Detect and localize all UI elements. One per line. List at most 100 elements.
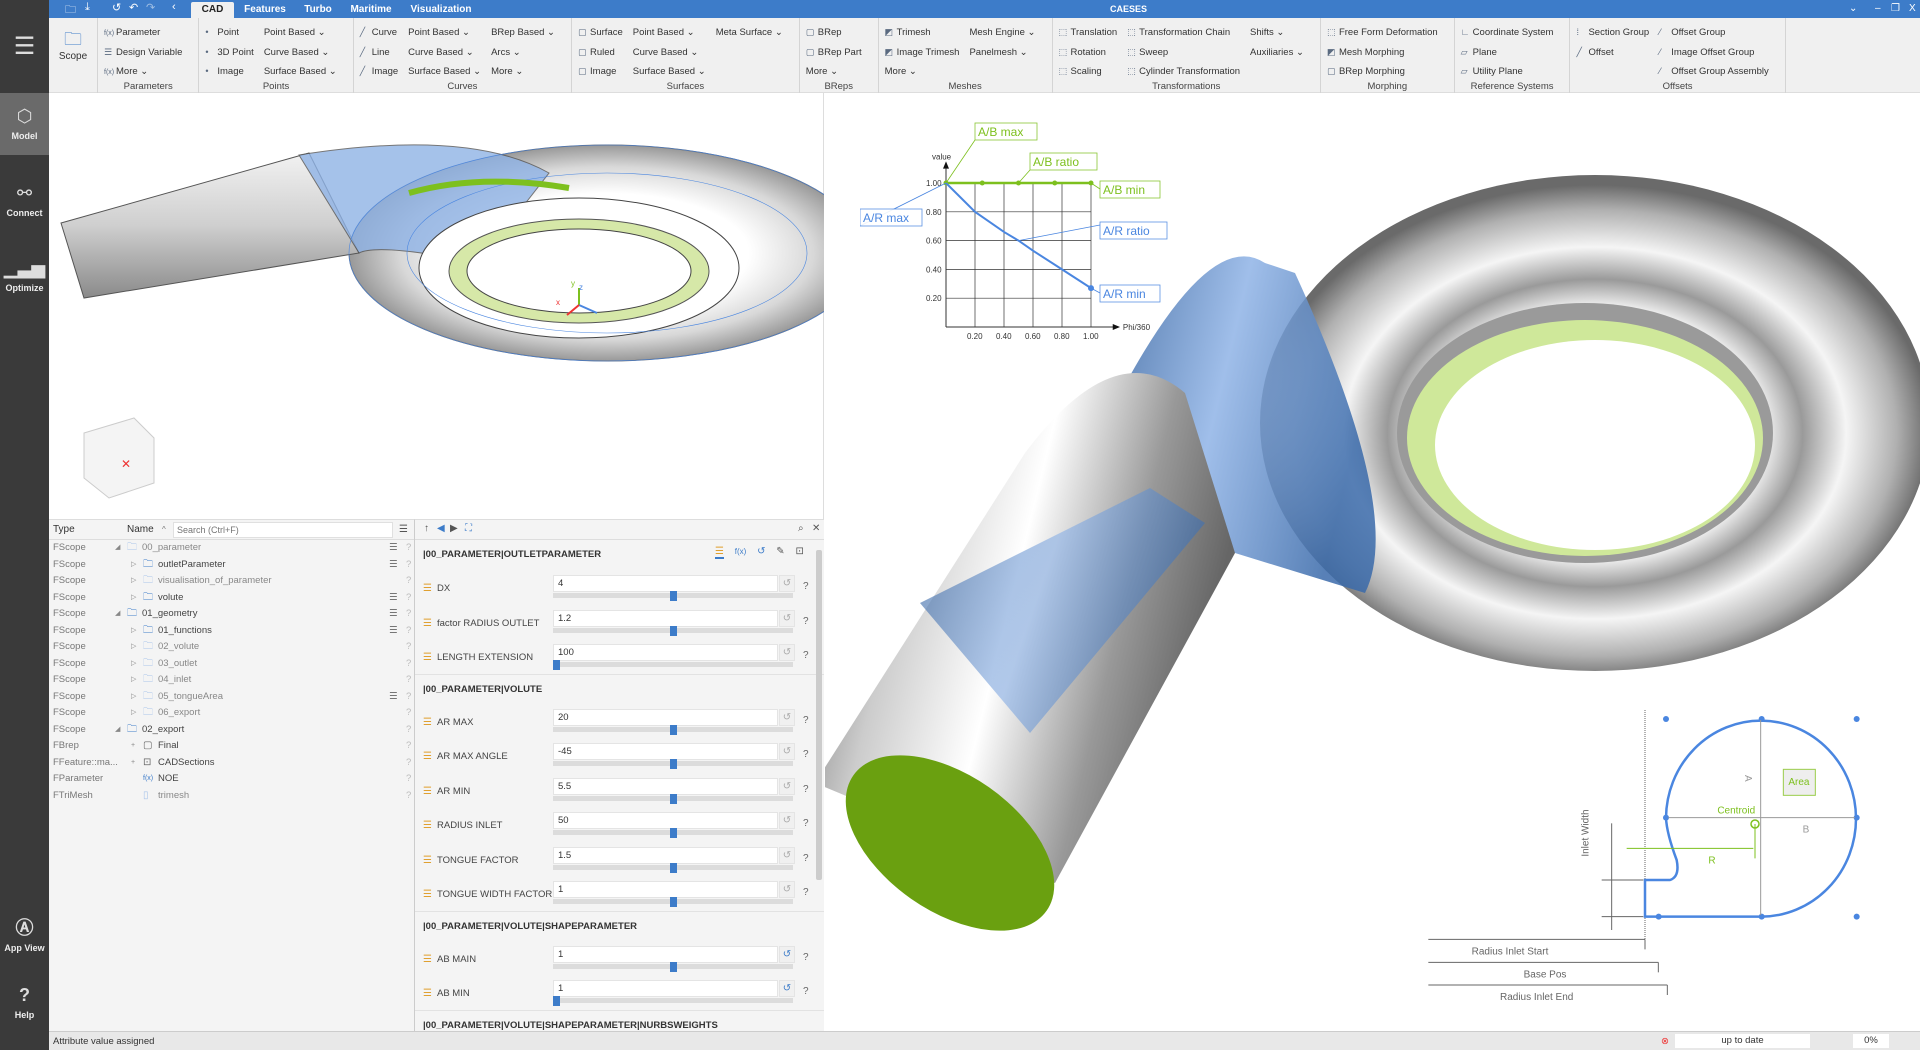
parameter-slider[interactable] <box>553 727 793 732</box>
parameter-slider[interactable] <box>553 830 793 835</box>
pin-icon[interactable]: ↑ <box>424 523 429 534</box>
ribbon-item-ruled[interactable]: ▢Ruled <box>578 43 623 63</box>
parameter-slider[interactable] <box>553 899 793 904</box>
ribbon-item-panelmesh[interactable]: Panelmesh ⌄ <box>969 43 1035 63</box>
ribbon-item-surface-based[interactable]: Surface Based ⌄ <box>264 62 337 82</box>
expand-toggle-icon[interactable]: ▷ <box>131 656 136 673</box>
ribbon-item-utility-plane[interactable]: ▱Utility Plane <box>1461 62 1554 82</box>
nav-optimize[interactable]: ▁▃▅Optimize <box>0 245 49 307</box>
ribbon-item-section-group[interactable]: ⁞Section Group <box>1576 23 1649 43</box>
search-icon[interactable]: ⌕ <box>798 523 804 534</box>
save-icon[interactable]: ⤓ <box>85 1 90 14</box>
ribbon-item-translation[interactable]: ⬚Translation <box>1059 23 1118 43</box>
tree-row[interactable]: FScope ◢ 🗀 01_geometry ☰ ? <box>49 606 414 623</box>
help-icon[interactable]: ? <box>406 656 411 673</box>
ribbon-item-free-form-deformation[interactable]: ⬚Free Form Deformation <box>1327 23 1438 43</box>
ribbon-item-rotation[interactable]: ⬚Rotation <box>1059 43 1118 63</box>
tab-cad[interactable]: CAD <box>191 2 234 18</box>
ribbon-item-shifts[interactable]: Shifts ⌄ <box>1250 23 1304 43</box>
close-icon[interactable]: ✕ <box>812 523 820 534</box>
expand-toggle-icon[interactable]: ▷ <box>131 705 136 722</box>
select-icon[interactable]: ⛶ <box>465 523 472 534</box>
tree-row[interactable]: FScope ▷ 🗀 outletParameter ☰ ? <box>49 557 414 574</box>
ribbon-item-point-based[interactable]: Point Based ⌄ <box>633 23 706 43</box>
error-icon[interactable]: ⊗ <box>1661 1032 1669 1051</box>
parameter-value-input[interactable]: 1 <box>553 980 778 997</box>
close-button[interactable]: X <box>1909 0 1916 18</box>
parameter-value-input[interactable]: 5.5 <box>553 778 778 795</box>
ribbon-item-offset-group-assembly[interactable]: ⁄Offset Group Assembly <box>1659 62 1769 82</box>
parameter-slider[interactable] <box>553 662 793 667</box>
expand-toggle-icon[interactable]: ◢ <box>115 540 120 557</box>
ribbon-item-offset-group[interactable]: ⁄Offset Group <box>1659 23 1769 43</box>
viewport-render[interactable]: valuePhi/3600.200.400.600.801.000.200.40… <box>825 93 1920 1031</box>
parameter-slider[interactable] <box>553 796 793 801</box>
ribbon-item-mesh-morphing[interactable]: ◩Mesh Morphing <box>1327 43 1438 63</box>
help-icon[interactable]: ? <box>406 573 411 590</box>
ribbon-item-image[interactable]: •Image <box>205 62 253 82</box>
expand-toggle-icon[interactable]: + <box>131 738 135 755</box>
nav-help[interactable]: ?Help <box>0 972 49 1034</box>
expand-toggle-icon[interactable]: ▷ <box>131 672 136 689</box>
help-icon[interactable]: ? <box>406 639 411 656</box>
ribbon-item-curve-based[interactable]: Curve Based ⌄ <box>408 43 481 63</box>
scope-button[interactable]: 🗀Scope <box>55 23 91 79</box>
reset-value-button[interactable]: ↺ <box>779 743 795 760</box>
ribbon-item-trimesh[interactable]: ◩Trimesh <box>885 23 960 43</box>
ribbon-item-image[interactable]: ▢Image <box>578 62 623 82</box>
ribbon-item-brep-based[interactable]: BRep Based ⌄ <box>491 23 555 43</box>
tab-features[interactable]: Features <box>239 2 291 18</box>
ribbon-item-brep-part[interactable]: ▢BRep Part <box>806 43 862 63</box>
tree-row[interactable]: FScope ◢ 🗀 02_export ? <box>49 722 414 739</box>
ribbon-item-brep-morphing[interactable]: ▢BRep Morphing <box>1327 62 1438 82</box>
tree-row[interactable]: FScope ▷ 🗀 03_outlet ? <box>49 656 414 673</box>
ribbon-item-line[interactable]: ╱Line <box>360 43 398 63</box>
redo-icon[interactable]: ↷ <box>146 1 155 14</box>
reset-value-button[interactable]: ↺ <box>779 709 795 726</box>
help-icon[interactable]: ? <box>803 616 809 627</box>
tab-turbo[interactable]: Turbo <box>297 2 339 18</box>
ribbon-item-point-based[interactable]: Point Based ⌄ <box>408 23 481 43</box>
help-icon[interactable]: ? <box>803 986 809 997</box>
help-icon[interactable]: ? <box>803 650 809 661</box>
ribbon-item-image[interactable]: ╱Image <box>360 62 398 82</box>
ribbon-item-offset[interactable]: ╱Offset <box>1576 43 1649 63</box>
hamburger-menu-icon[interactable]: ☰ <box>0 0 49 93</box>
collapse-icon[interactable]: ‹ <box>172 1 176 13</box>
column-type[interactable]: Type <box>53 524 75 535</box>
ribbon-item-surface-based[interactable]: Surface Based ⌄ <box>633 62 706 82</box>
help-icon[interactable]: ? <box>803 581 809 592</box>
help-icon[interactable]: ? <box>803 715 809 726</box>
slider-thumb[interactable] <box>670 626 677 636</box>
slider-thumb[interactable] <box>670 962 677 972</box>
minimize-button[interactable]: – <box>1875 0 1881 18</box>
slider-thumb[interactable] <box>670 897 677 907</box>
ribbon-item-curve[interactable]: ╱Curve <box>360 23 398 43</box>
reset-value-button[interactable]: ↺ <box>779 881 795 898</box>
help-icon[interactable]: ? <box>406 623 411 640</box>
reset-value-button[interactable]: ↺ <box>779 575 795 592</box>
expand-toggle-icon[interactable]: ▷ <box>131 557 136 574</box>
ribbon-item-curve-based[interactable]: Curve Based ⌄ <box>633 43 706 63</box>
undo-icon[interactable]: ↶ <box>129 1 138 14</box>
help-icon[interactable]: ? <box>803 952 809 963</box>
filter-settings-icon[interactable]: ☰ <box>399 524 408 535</box>
ribbon-item-brep[interactable]: ▢BRep <box>806 23 862 43</box>
tree-row[interactable]: FScope ▷ 🗀 06_export ? <box>49 705 414 722</box>
tree-search-input[interactable] <box>173 522 393 538</box>
ribbon-item-sweep[interactable]: ⬚Sweep <box>1127 43 1240 63</box>
ribbon-item-image-trimesh[interactable]: ◩Image Trimesh <box>885 43 960 63</box>
tree-row[interactable]: FTriMesh ▯ trimesh ? <box>49 788 414 805</box>
slider-thumb[interactable] <box>670 794 677 804</box>
ribbon-item-design-variable[interactable]: ☰Design Variable <box>104 43 182 63</box>
slider-thumb[interactable] <box>670 759 677 769</box>
ribbon-item-meta-surface[interactable]: Meta Surface ⌄ <box>716 23 783 43</box>
expand-toggle-icon[interactable]: ◢ <box>115 606 120 623</box>
expand-toggle-icon[interactable]: ▷ <box>131 590 136 607</box>
help-icon[interactable]: ? <box>406 606 411 623</box>
viewport-wireframe[interactable]: ✕ z x y <box>49 93 824 519</box>
ribbon-item-point[interactable]: •Point <box>205 23 253 43</box>
parameter-value-input[interactable]: 4 <box>553 575 778 592</box>
parameter-slider[interactable] <box>553 761 793 766</box>
ribbon-item-plane[interactable]: ▱Plane <box>1461 43 1554 63</box>
